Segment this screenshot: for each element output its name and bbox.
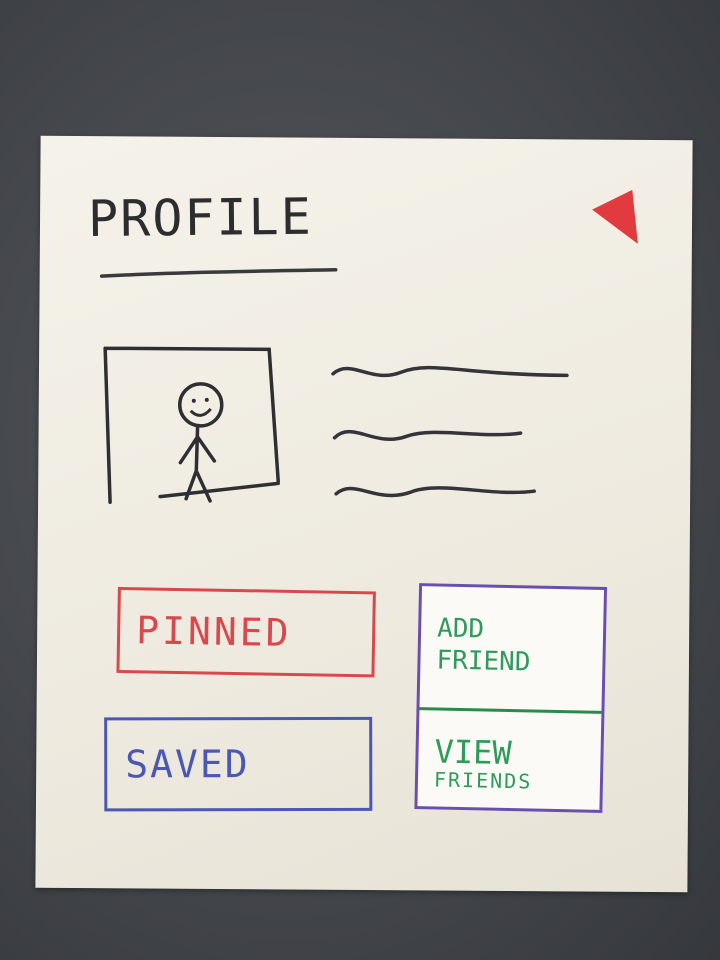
back-arrow-icon[interactable] (588, 186, 642, 248)
add-friend-label-line2: FRIEND (436, 645, 531, 678)
add-friend-button[interactable]: ADD FRIEND (419, 586, 605, 714)
view-friends-label-line2: FRIENDS (433, 767, 533, 794)
avatar[interactable] (100, 344, 287, 511)
friends-panel: ADD FRIEND VIEW FRIENDS (414, 583, 608, 813)
view-friends-label-line1: VIEW (434, 732, 513, 773)
bio-text-lines (331, 365, 569, 498)
title-underline (99, 268, 338, 278)
saved-button[interactable]: SAVED (104, 716, 373, 812)
pinned-button[interactable]: PINNED (116, 586, 376, 678)
page-title: PROFILE (87, 187, 314, 249)
view-friends-button[interactable]: VIEW FRIENDS (417, 710, 601, 810)
stick-figure-icon (178, 382, 224, 503)
profile-screen: PROFILE PINNED SAVED ADD FRIEND VIEW FRI… (35, 135, 693, 893)
add-friend-label-line1: ADD (436, 613, 485, 645)
